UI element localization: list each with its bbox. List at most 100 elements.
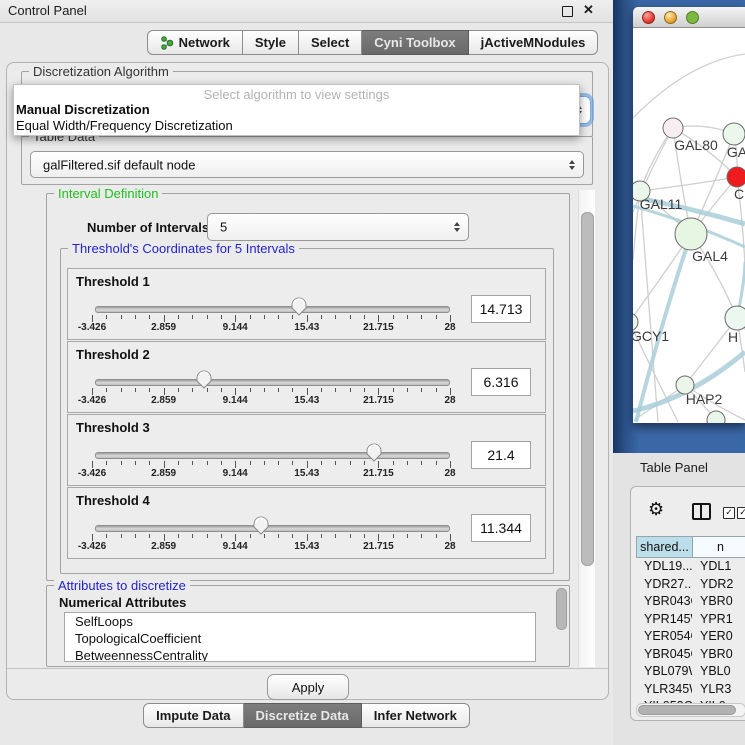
threshold-slider-track[interactable] bbox=[95, 306, 450, 313]
numerical-attributes-label: Numerical Attributes bbox=[59, 595, 186, 610]
gear-icon[interactable]: ⚙ bbox=[648, 499, 664, 520]
tab-label: Network bbox=[179, 35, 230, 50]
network-edge[interactable] bbox=[633, 54, 745, 118]
threshold-value-field[interactable]: 11.344 bbox=[471, 514, 531, 542]
network-edge[interactable] bbox=[640, 177, 737, 191]
close-icon[interactable]: ✕ bbox=[583, 2, 594, 18]
numerical-attributes-list[interactable]: SelfLoopsTopologicalCoefficientBetweenne… bbox=[64, 612, 536, 662]
apply-button[interactable]: Apply bbox=[267, 674, 349, 700]
network-canvas[interactable]: GAL80GACGAL11GAL4GCY1HHAP2 bbox=[633, 28, 745, 423]
network-view-window[interactable]: GAL80GACGAL11GAL4GCY1HHAP2 bbox=[633, 7, 745, 423]
threshold-slider-track[interactable] bbox=[95, 525, 450, 532]
tick-mark bbox=[178, 534, 179, 538]
minimize-traffic-light-icon[interactable] bbox=[664, 11, 677, 24]
table-data-combobox-value: galFiltered.sif default node bbox=[43, 157, 195, 172]
attributes-group-title: Attributes to discretize bbox=[54, 578, 190, 593]
checkbox-icon[interactable]: ✓ bbox=[723, 507, 735, 519]
threshold-slider-track[interactable] bbox=[95, 452, 450, 459]
zoom-traffic-light-icon[interactable] bbox=[686, 11, 699, 24]
threshold-value-field[interactable]: 14.713 bbox=[471, 295, 531, 323]
tick-mark bbox=[264, 388, 265, 392]
tick-mark bbox=[407, 388, 408, 392]
tab-network[interactable]: Network bbox=[147, 30, 243, 55]
table-hscrollbar[interactable] bbox=[636, 703, 745, 717]
attribute-item-selfloops[interactable]: SelfLoops bbox=[65, 613, 535, 630]
table-header-n[interactable]: n bbox=[692, 536, 745, 558]
panel-scrollbar-thumb[interactable] bbox=[581, 212, 594, 566]
tick-mark bbox=[393, 461, 394, 465]
threshold-value-field[interactable]: 6.316 bbox=[471, 368, 531, 396]
attribute-item-topologicalcoefficient[interactable]: TopologicalCoefficient bbox=[65, 630, 535, 647]
threshold-slider-track[interactable] bbox=[95, 379, 450, 386]
table-cell: YBR045C bbox=[636, 646, 692, 664]
panel-scrollbar[interactable] bbox=[578, 190, 595, 667]
tab-jactivemnodules[interactable]: jActiveMNodules bbox=[469, 30, 599, 55]
tick-mark bbox=[235, 534, 236, 541]
tick-mark bbox=[192, 534, 193, 538]
table-row[interactable]: YER054CYER0 bbox=[636, 628, 745, 646]
num-intervals-combobox[interactable]: 5 bbox=[207, 213, 469, 241]
threshold-slider-thumb[interactable] bbox=[366, 443, 382, 462]
tick-mark bbox=[307, 461, 308, 468]
tick-label: 9.144 bbox=[205, 541, 265, 552]
network-icon bbox=[160, 36, 174, 50]
tick-mark bbox=[164, 315, 165, 322]
tick-mark bbox=[278, 315, 279, 319]
tick-mark bbox=[378, 315, 379, 322]
columns-icon[interactable] bbox=[692, 503, 711, 520]
network-node-c[interactable]: C bbox=[727, 167, 745, 202]
tab-select[interactable]: Select bbox=[299, 30, 362, 55]
table-row[interactable]: YLR345WYLR3 bbox=[636, 681, 745, 699]
tab-infer-network[interactable]: Infer Network bbox=[362, 703, 470, 728]
table-data-combobox[interactable]: galFiltered.sif default node bbox=[30, 151, 584, 178]
tab-discretize-data[interactable]: Discretize Data bbox=[244, 703, 362, 728]
threshold-value-field[interactable]: 21.4 bbox=[471, 441, 531, 469]
attributes-list-scrollbar[interactable] bbox=[556, 588, 567, 630]
network-node-h[interactable]: H bbox=[725, 306, 745, 345]
tab-impute-data[interactable]: Impute Data bbox=[143, 703, 243, 728]
close-traffic-light-icon[interactable] bbox=[642, 11, 655, 24]
tab-style[interactable]: Style bbox=[243, 30, 299, 55]
tick-mark bbox=[207, 534, 208, 538]
threshold-slider-thumb[interactable] bbox=[253, 516, 269, 535]
network-node-gal80[interactable]: GAL80 bbox=[663, 118, 718, 153]
checkbox-icon[interactable]: ✓ bbox=[737, 507, 745, 519]
node-label: GAL11 bbox=[640, 196, 683, 212]
table-row[interactable]: YBL079WYBL0 bbox=[636, 663, 745, 681]
network-node-hap2[interactable]: HAP2 bbox=[676, 376, 722, 407]
table-row[interactable]: YDL19...YDL1 bbox=[636, 558, 745, 576]
tick-mark bbox=[393, 388, 394, 392]
network-node-ga[interactable]: GA bbox=[723, 123, 745, 160]
tick-label: -3.426 bbox=[62, 395, 122, 406]
network-node-gal11[interactable]: GAL11 bbox=[633, 181, 682, 212]
algorithm-option-manual-discretization[interactable]: Manual Discretization bbox=[16, 102, 576, 118]
float-window-icon[interactable] bbox=[562, 6, 573, 17]
table-hscrollbar-thumb[interactable] bbox=[638, 705, 736, 715]
tick-label: 21.715 bbox=[348, 395, 408, 406]
table-row[interactable]: YPR145WYPR1 bbox=[636, 611, 745, 629]
tick-mark bbox=[350, 388, 351, 392]
table-row[interactable]: YBR045CYBR0 bbox=[636, 646, 745, 664]
table-header-shared-[interactable]: shared... bbox=[636, 536, 692, 558]
tick-label: 2.859 bbox=[134, 468, 194, 479]
table-row[interactable]: YDR27...YDR2 bbox=[636, 576, 745, 594]
tick-mark bbox=[149, 534, 150, 538]
attribute-item-betweennesscentrality[interactable]: BetweennessCentrality bbox=[65, 647, 535, 662]
tick-mark bbox=[221, 534, 222, 538]
threshold-slider-thumb[interactable] bbox=[196, 370, 212, 389]
algorithm-option-equal-width-frequency-discretization[interactable]: Equal Width/Frequency Discretization bbox=[16, 118, 576, 134]
tick-mark bbox=[106, 388, 107, 392]
network-edge[interactable] bbox=[640, 191, 658, 422]
tick-mark bbox=[421, 461, 422, 465]
tick-mark bbox=[450, 388, 451, 395]
threshold-slider-thumb[interactable] bbox=[291, 297, 307, 316]
network-window-titlebar[interactable] bbox=[633, 7, 745, 28]
tick-label: 28 bbox=[420, 395, 480, 406]
threshold-row-4: Threshold 4-3.4262.8599.14415.4321.71528… bbox=[67, 487, 546, 559]
table-cell: YBR0 bbox=[692, 646, 745, 664]
tab-cyni-toolbox[interactable]: Cyni Toolbox bbox=[362, 30, 468, 55]
table-row[interactable]: YBR043CYBR0 bbox=[636, 593, 745, 611]
tick-mark bbox=[192, 461, 193, 465]
tick-mark bbox=[364, 315, 365, 319]
tick-mark bbox=[221, 388, 222, 392]
